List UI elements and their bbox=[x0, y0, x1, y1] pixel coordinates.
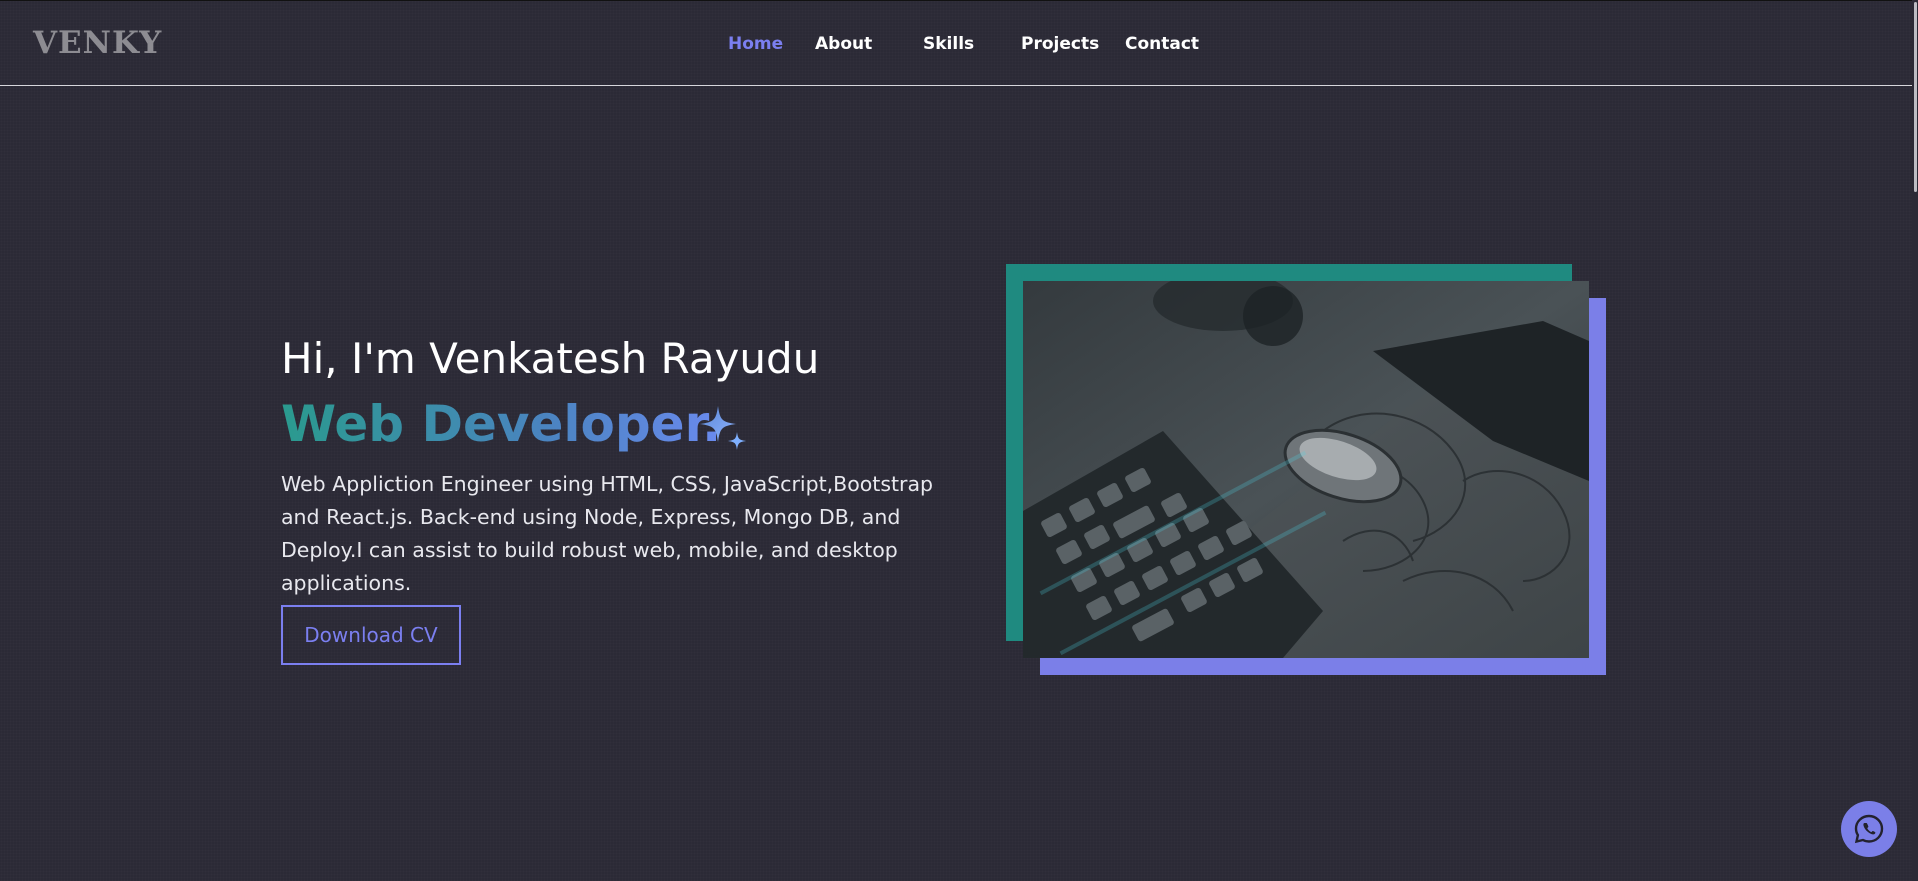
hero-role: Web Developer. bbox=[281, 395, 722, 453]
nav-about[interactable]: About bbox=[815, 34, 872, 54]
hero-description: Web Appliction Engineer using HTML, CSS,… bbox=[281, 472, 934, 595]
keyboard-mouse-photo-icon bbox=[1023, 281, 1589, 658]
page-scrollbar[interactable] bbox=[1912, 0, 1918, 881]
nav-projects[interactable]: Projects bbox=[1021, 34, 1099, 54]
hero-text: Hi, I'm Venkatesh Rayudu Web Developer. … bbox=[281, 330, 961, 600]
download-cv-button[interactable]: Download CV bbox=[281, 605, 461, 665]
nav-contact[interactable]: Contact bbox=[1125, 34, 1199, 54]
navbar: VENKY Home About Skills Projects Contact bbox=[0, 0, 1918, 86]
hero-greeting: Hi, I'm Venkatesh Rayudu bbox=[281, 334, 820, 383]
sparkle-icon bbox=[700, 406, 746, 450]
whatsapp-icon bbox=[1854, 814, 1884, 844]
scrollbar-thumb[interactable] bbox=[1914, 2, 1917, 192]
nav-home[interactable]: Home bbox=[728, 34, 783, 54]
whatsapp-button[interactable] bbox=[1841, 801, 1897, 857]
nav-skills[interactable]: Skills bbox=[923, 34, 974, 54]
role-line: Web Developer. bbox=[281, 394, 961, 456]
site-logo[interactable]: VENKY bbox=[33, 25, 162, 61]
hero-photo bbox=[1023, 281, 1589, 658]
